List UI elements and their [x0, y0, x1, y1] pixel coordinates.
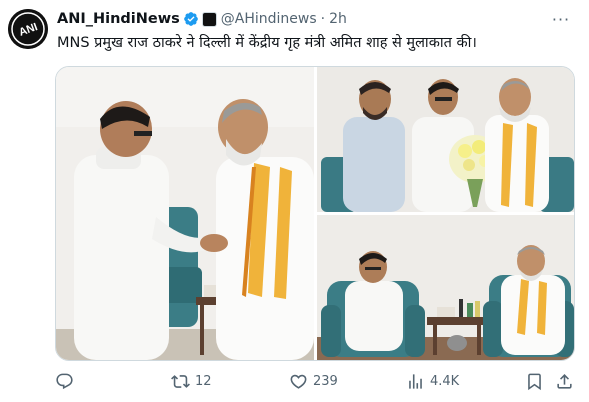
separator-dot: · [320, 11, 326, 27]
reply-icon [56, 373, 73, 389]
more-button[interactable]: ··· [551, 9, 571, 29]
ani-logo-icon: ANI [8, 9, 48, 49]
affiliate-badge-icon[interactable] [201, 11, 217, 27]
display-name[interactable]: ANI_HindiNews [57, 11, 180, 27]
views-count: 4.4K [430, 373, 460, 389]
retweet-button[interactable]: 12 [171, 370, 212, 392]
views-icon [409, 373, 422, 389]
bookmark-icon [528, 373, 541, 390]
reply-button[interactable] [55, 370, 79, 392]
share-button[interactable] [555, 370, 574, 392]
photo-bouquet[interactable] [317, 67, 574, 212]
tweet-text: MNS प्रमुख राज ठाकरे ने दिल्ली में केंद्… [57, 35, 477, 51]
retweet-count: 12 [195, 373, 212, 389]
media-grid [55, 66, 575, 361]
more-icon: ··· [551, 9, 571, 29]
photo-handshake[interactable] [56, 67, 314, 360]
avatar[interactable]: ANI [8, 9, 48, 49]
bookmark-button[interactable] [525, 370, 544, 392]
like-button[interactable]: 239 [289, 370, 338, 392]
share-icon [557, 373, 572, 389]
verified-badge-icon[interactable] [183, 11, 199, 27]
tweet-header: ANI_HindiNews @AHindinews · 2h [57, 9, 549, 29]
tweet-time[interactable]: 2h [329, 11, 347, 27]
retweet-icon [171, 374, 190, 388]
action-bar: 12 239 4.4K [55, 370, 575, 392]
tweet[interactable]: ANI ANI_HindiNews @AHindinews · 2h ··· M… [0, 0, 589, 402]
user-handle[interactable]: @AHindinews [221, 11, 317, 27]
like-icon [290, 374, 307, 389]
like-count: 239 [313, 373, 338, 389]
views-button[interactable]: 4.4K [406, 370, 459, 392]
photo-seated-meeting[interactable] [317, 215, 574, 360]
